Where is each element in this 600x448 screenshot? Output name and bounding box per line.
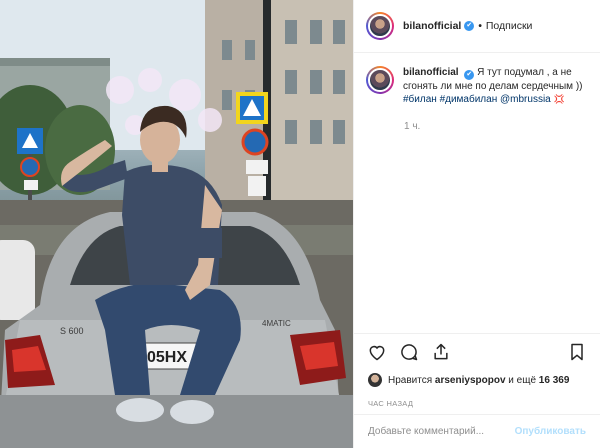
caption-username-link[interactable]: bilanofficial — [403, 67, 459, 78]
anger-emoji: 💢 — [553, 94, 565, 104]
likes-summary: Нравится arseniyspopov и ещё 16 369 — [354, 370, 600, 390]
following-button[interactable]: Подписки — [486, 20, 533, 32]
post-caption: bilanofficial ✔ Я тут подумал , а не сго… — [366, 66, 588, 106]
caption-timestamp[interactable]: 1 ч. — [404, 121, 420, 132]
caption-verified-badge-icon: ✔ — [464, 70, 475, 80]
bookmark-icon[interactable] — [566, 341, 588, 363]
liked-by-prefix: Нравится — [388, 374, 433, 386]
publish-button[interactable]: Опубликовать — [515, 426, 586, 437]
likes-count-link[interactable]: 16 369 — [539, 375, 570, 386]
heart-icon[interactable] — [366, 341, 388, 363]
mention-link[interactable]: @mbrussia — [500, 94, 551, 105]
comment-icon[interactable] — [398, 341, 420, 363]
post-photo[interactable]: 05НХ S 600 4MATIC — [0, 0, 353, 448]
username-link[interactable]: bilanofficial — [403, 20, 461, 32]
liker-avatar[interactable] — [368, 373, 382, 387]
comment-input[interactable]: Добавьте комментарий... — [368, 426, 484, 437]
post-actions: Нравится arseniyspopov и ещё 16 369 час … — [354, 333, 600, 448]
photo-scene: 05НХ S 600 4MATIC — [0, 0, 353, 448]
model-badge-text: S 600 — [60, 326, 84, 336]
verified-badge-icon: ✔ — [464, 21, 475, 31]
avatar[interactable] — [366, 12, 394, 40]
post-timestamp[interactable]: час назад — [354, 399, 600, 408]
caption-avatar[interactable] — [366, 66, 394, 94]
hashtag-link[interactable]: #димабилан — [440, 94, 498, 105]
drive-badge-text: 4MATIC — [262, 319, 291, 328]
liked-by-conj: и ещё — [508, 374, 537, 386]
hashtag-link[interactable]: #билан — [403, 94, 437, 105]
caption-text-block: bilanofficial ✔ Я тут подумал , а не сго… — [403, 66, 588, 106]
post-header: bilanofficial ✔ • Подписки — [354, 0, 600, 53]
separator-dot: • — [478, 20, 482, 32]
comment-box: Добавьте комментарий... Опубликовать — [354, 414, 600, 448]
share-icon[interactable] — [430, 341, 452, 363]
liked-by-user-link[interactable]: arseniyspopov — [435, 375, 506, 386]
license-plate-text: 05НХ — [147, 349, 187, 366]
action-icons-row — [354, 334, 600, 370]
post-sidebar: bilanofficial ✔ • Подписки bilanofficial… — [353, 0, 600, 448]
